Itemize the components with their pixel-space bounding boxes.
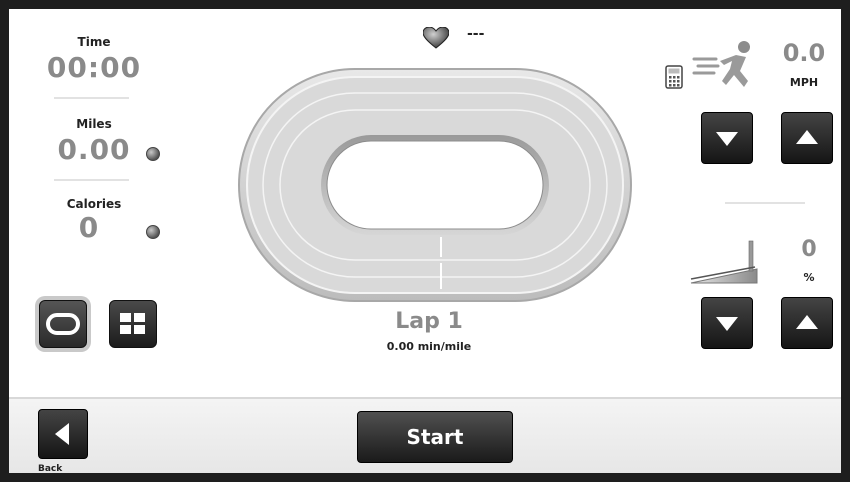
miles-divider — [54, 179, 129, 181]
lap-label: Lap 1 — [395, 309, 463, 334]
miles-value: 0.00 — [57, 133, 131, 166]
time-label: Time — [77, 35, 111, 49]
calculator-icon[interactable] — [665, 65, 683, 89]
calories-goal-dot[interactable] — [146, 225, 160, 239]
start-button[interactable]: Start — [357, 411, 513, 463]
incline-unit: % — [803, 271, 815, 284]
time-value: 00:00 — [46, 51, 142, 84]
arrow-up-icon — [796, 130, 818, 144]
speed-value: 0.0 — [782, 39, 826, 67]
time-divider — [54, 97, 129, 99]
speed-down-button[interactable] — [701, 112, 753, 164]
arrow-down-icon — [716, 317, 738, 331]
oval-track — [238, 68, 632, 302]
speed-up-button[interactable] — [781, 112, 833, 164]
incline-ramp-icon — [690, 240, 758, 284]
incline-value: 0 — [801, 237, 817, 262]
incline-up-button[interactable] — [781, 297, 833, 349]
incline-down-button[interactable] — [701, 297, 753, 349]
right-divider — [725, 202, 805, 204]
grid-view-icon — [120, 313, 145, 334]
runner-icon — [692, 41, 750, 87]
grid-view-button[interactable] — [109, 300, 157, 348]
pace-value: 0.00 min/mile — [386, 340, 472, 353]
back-arrow-icon — [54, 423, 69, 445]
heart-icon — [423, 27, 449, 49]
arrow-up-icon — [796, 315, 818, 329]
arrow-down-icon — [716, 132, 738, 146]
track-view-button[interactable] — [39, 300, 87, 348]
calories-value: 0 — [78, 211, 100, 244]
back-label: Back — [38, 464, 63, 473]
calories-label: Calories — [66, 197, 122, 211]
miles-label: Miles — [76, 117, 112, 131]
track-view-icon — [46, 313, 80, 335]
speed-unit: MPH — [789, 76, 819, 89]
treadmill-screen: Time 00:00 Miles 0.00 Calories 0 --- Lap… — [9, 9, 841, 473]
miles-goal-dot[interactable] — [146, 147, 160, 161]
back-button[interactable] — [38, 409, 88, 459]
heart-rate-value: --- — [467, 26, 485, 42]
